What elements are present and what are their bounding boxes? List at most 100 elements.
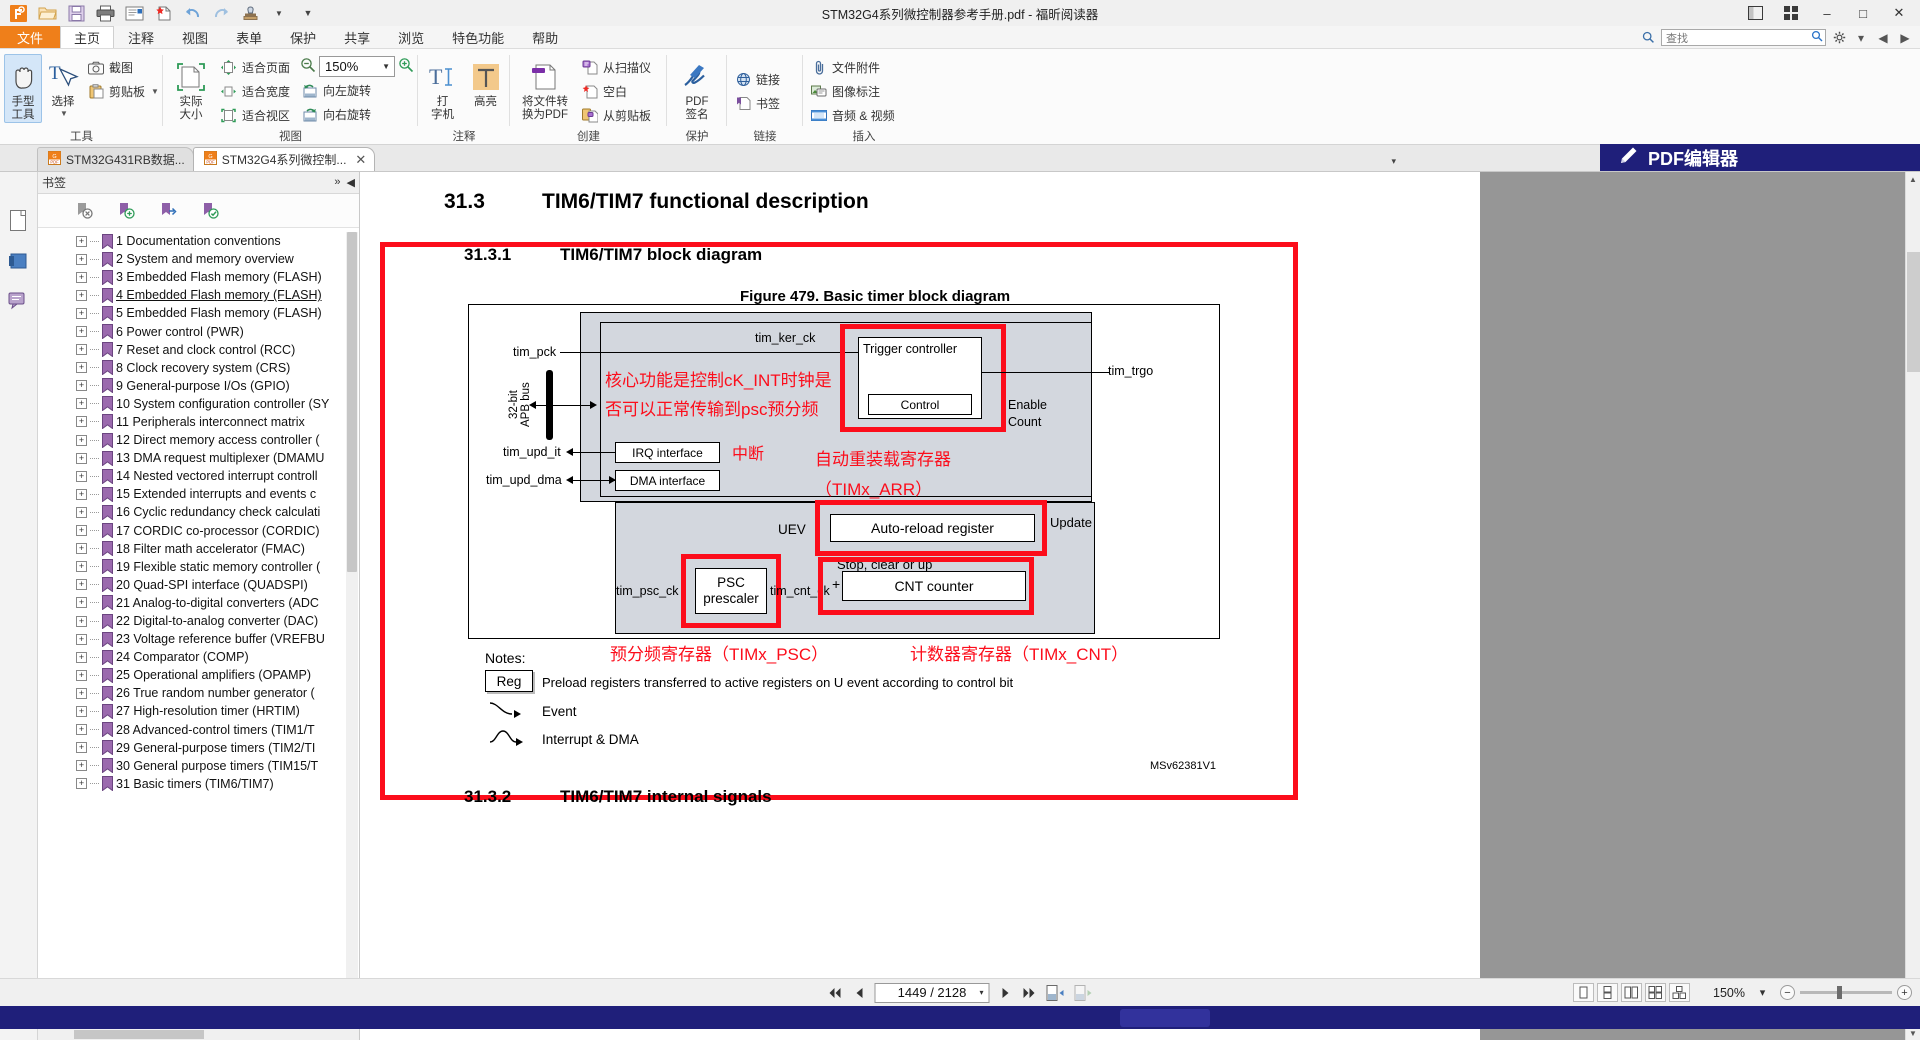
expand-icon[interactable]: + [76,742,87,754]
facing-continuous-view-button[interactable] [1645,983,1666,1002]
bookmark-item[interactable]: +8 Clock recovery system (CRS) [38,359,359,377]
ribbon-prev-icon[interactable]: ◀ [1874,29,1892,47]
last-page-button[interactable] [1021,984,1038,1002]
settings-caret-icon[interactable]: ▾ [1852,29,1870,47]
menu-tab-file[interactable]: 文件 [0,26,61,48]
bookmarks-expand-icon[interactable]: » [334,176,340,189]
expand-icon[interactable]: + [76,705,87,717]
fit-visible-button[interactable]: 适合视区 [217,104,296,127]
rotate-right-button[interactable]: 向右旋转 [298,103,414,126]
rotate-left-button[interactable]: 向左旋转 [298,79,414,102]
blank-page-button[interactable]: 空白 [578,80,657,103]
bookmark-item[interactable]: +24 Comparator (COMP) [38,648,359,666]
bookmark-button[interactable]: 书签 [731,92,786,115]
typewriter-button[interactable]: T 打字机 [422,54,463,123]
expand-icon[interactable]: + [76,669,87,681]
zoom-slider[interactable]: − + [1780,985,1912,1000]
expand-icon[interactable]: + [76,778,87,790]
zoom-slider-knob[interactable] [1837,986,1842,999]
close-button[interactable]: ✕ [1882,1,1916,25]
print-icon[interactable] [92,1,118,25]
bookmarks-hide-icon[interactable]: ◀ [347,176,355,189]
menu-tab-home[interactable]: 主页 [60,26,115,48]
file-attachment-button[interactable]: 文件附件 [807,56,901,79]
bookmark-item[interactable]: +5 Embedded Flash memory (FLASH) [38,304,359,322]
bookmarks-scrollbar[interactable] [346,232,358,1028]
bookmark-item[interactable]: +21 Analog-to-digital converters (ADC [38,594,359,612]
qat-caret-icon[interactable]: ▼ [266,1,292,25]
fit-page-button[interactable]: 适合页面 [217,56,296,79]
expand-icon[interactable]: + [76,362,87,374]
page-fit-icon[interactable] [1045,984,1066,1002]
zoom-in-button[interactable]: + [1897,985,1912,1000]
menu-tab-share[interactable]: 共享 [330,26,384,48]
bookmark-item[interactable]: +26 True random number generator ( [38,684,359,702]
expand-icon[interactable]: + [76,760,87,772]
bookmarks-list[interactable]: +1 Documentation conventions +2 System an… [38,228,359,1027]
zoom-out-icon[interactable] [300,57,316,76]
expand-icon[interactable]: + [76,253,87,265]
maximize-button[interactable]: □ [1846,1,1880,25]
zoom-slider-track[interactable] [1800,986,1892,999]
expand-icon[interactable]: + [76,543,87,555]
scrollbar-thumb[interactable] [347,232,357,572]
expand-icon[interactable]: + [76,597,87,609]
expand-icon[interactable]: + [76,289,87,301]
bookmark-item[interactable]: +23 Voltage reference buffer (VREFBU [38,630,359,648]
expand-icon[interactable]: + [76,307,87,319]
facing-view-button[interactable] [1621,983,1642,1002]
page-split-icon[interactable] [1073,984,1094,1002]
select-caret-icon[interactable]: ▼ [60,109,68,118]
expand-icon[interactable]: + [76,235,87,247]
convert-to-pdf-button[interactable]: 将文件转 换为PDF [514,54,576,123]
bookmark-item[interactable]: +9 General-purpose I/Os (GPIO) [38,377,359,395]
bookmark-item[interactable]: +6 Power control (PWR) [38,322,359,340]
pdf-editor-banner[interactable]: PDF编辑器 [1600,144,1920,171]
menu-tab-view[interactable]: 视图 [168,26,222,48]
zoom-in-icon[interactable] [398,57,414,76]
clipboard-caret-icon[interactable]: ▼ [151,87,159,96]
from-clipboard-button[interactable]: 从剪贴板 [578,104,657,127]
expand-icon[interactable]: + [76,687,87,699]
save-icon[interactable] [63,1,89,25]
continuous-view-button[interactable] [1597,983,1618,1002]
layers-icon[interactable] [6,248,32,274]
bookmark-item[interactable]: +13 DMA request multiplexer (DMAMU [38,449,359,467]
bookmark-item[interactable]: +20 Quad-SPI interface (QUADSPI) [38,576,359,594]
snapshot-button[interactable]: 截图 [84,56,165,79]
bookmark-item[interactable]: +16 Cyclic redundancy check calculati [38,503,359,521]
expand-icon[interactable]: + [76,344,87,356]
bookmark-item[interactable]: +22 Digital-to-analog converter (DAC) [38,612,359,630]
expand-icon[interactable]: + [76,452,87,464]
scroll-up-icon[interactable]: ▲ [1906,172,1920,186]
single-page-view-button[interactable] [1573,983,1594,1002]
goto-bookmark-icon[interactable] [158,201,178,221]
pdf-sign-button[interactable]: PDF 签名 [671,54,723,123]
expand-icon[interactable]: + [76,724,87,736]
document-tab-2[interactable]: G PDF STM32G4系列微控制... ✕ [192,147,376,171]
expand-icon[interactable]: + [76,380,87,392]
expand-icon[interactable]: + [76,398,87,410]
bookmark-item[interactable]: +11 Peripherals interconnect matrix [38,413,359,431]
bookmark-item[interactable]: +12 Direct memory access controller ( [38,431,359,449]
new-doc-icon[interactable] [150,1,176,25]
expand-icon[interactable]: + [76,470,87,482]
close-icon[interactable]: ✕ [355,152,366,168]
actual-size-button[interactable]: 实际 大小 [167,54,215,123]
bookmark-item[interactable]: +14 Nested vectored interrupt controll [38,467,359,485]
expand-icon[interactable]: + [76,615,87,627]
highlight-button[interactable]: 高亮 [465,54,506,110]
document-viewer[interactable]: 31.3 TIM6/TIM7 functional description 31… [360,172,1920,1040]
page-number-input[interactable]: 1449 / 2128 ▾ [874,982,990,1003]
delete-bookmark-icon[interactable] [74,201,94,221]
grid-icon[interactable] [1774,1,1808,25]
layout-icon[interactable] [1738,1,1772,25]
bookmark-item[interactable]: +7 Reset and clock control (RCC) [38,341,359,359]
redo-icon[interactable] [208,1,234,25]
menu-tab-form[interactable]: 表单 [222,26,276,48]
hscrollbar-thumb[interactable] [74,1030,204,1039]
expand-icon[interactable]: + [76,561,87,573]
link-button[interactable]: 链接 [731,68,786,91]
expand-icon[interactable]: + [76,271,87,283]
expand-icon[interactable]: + [76,434,87,446]
